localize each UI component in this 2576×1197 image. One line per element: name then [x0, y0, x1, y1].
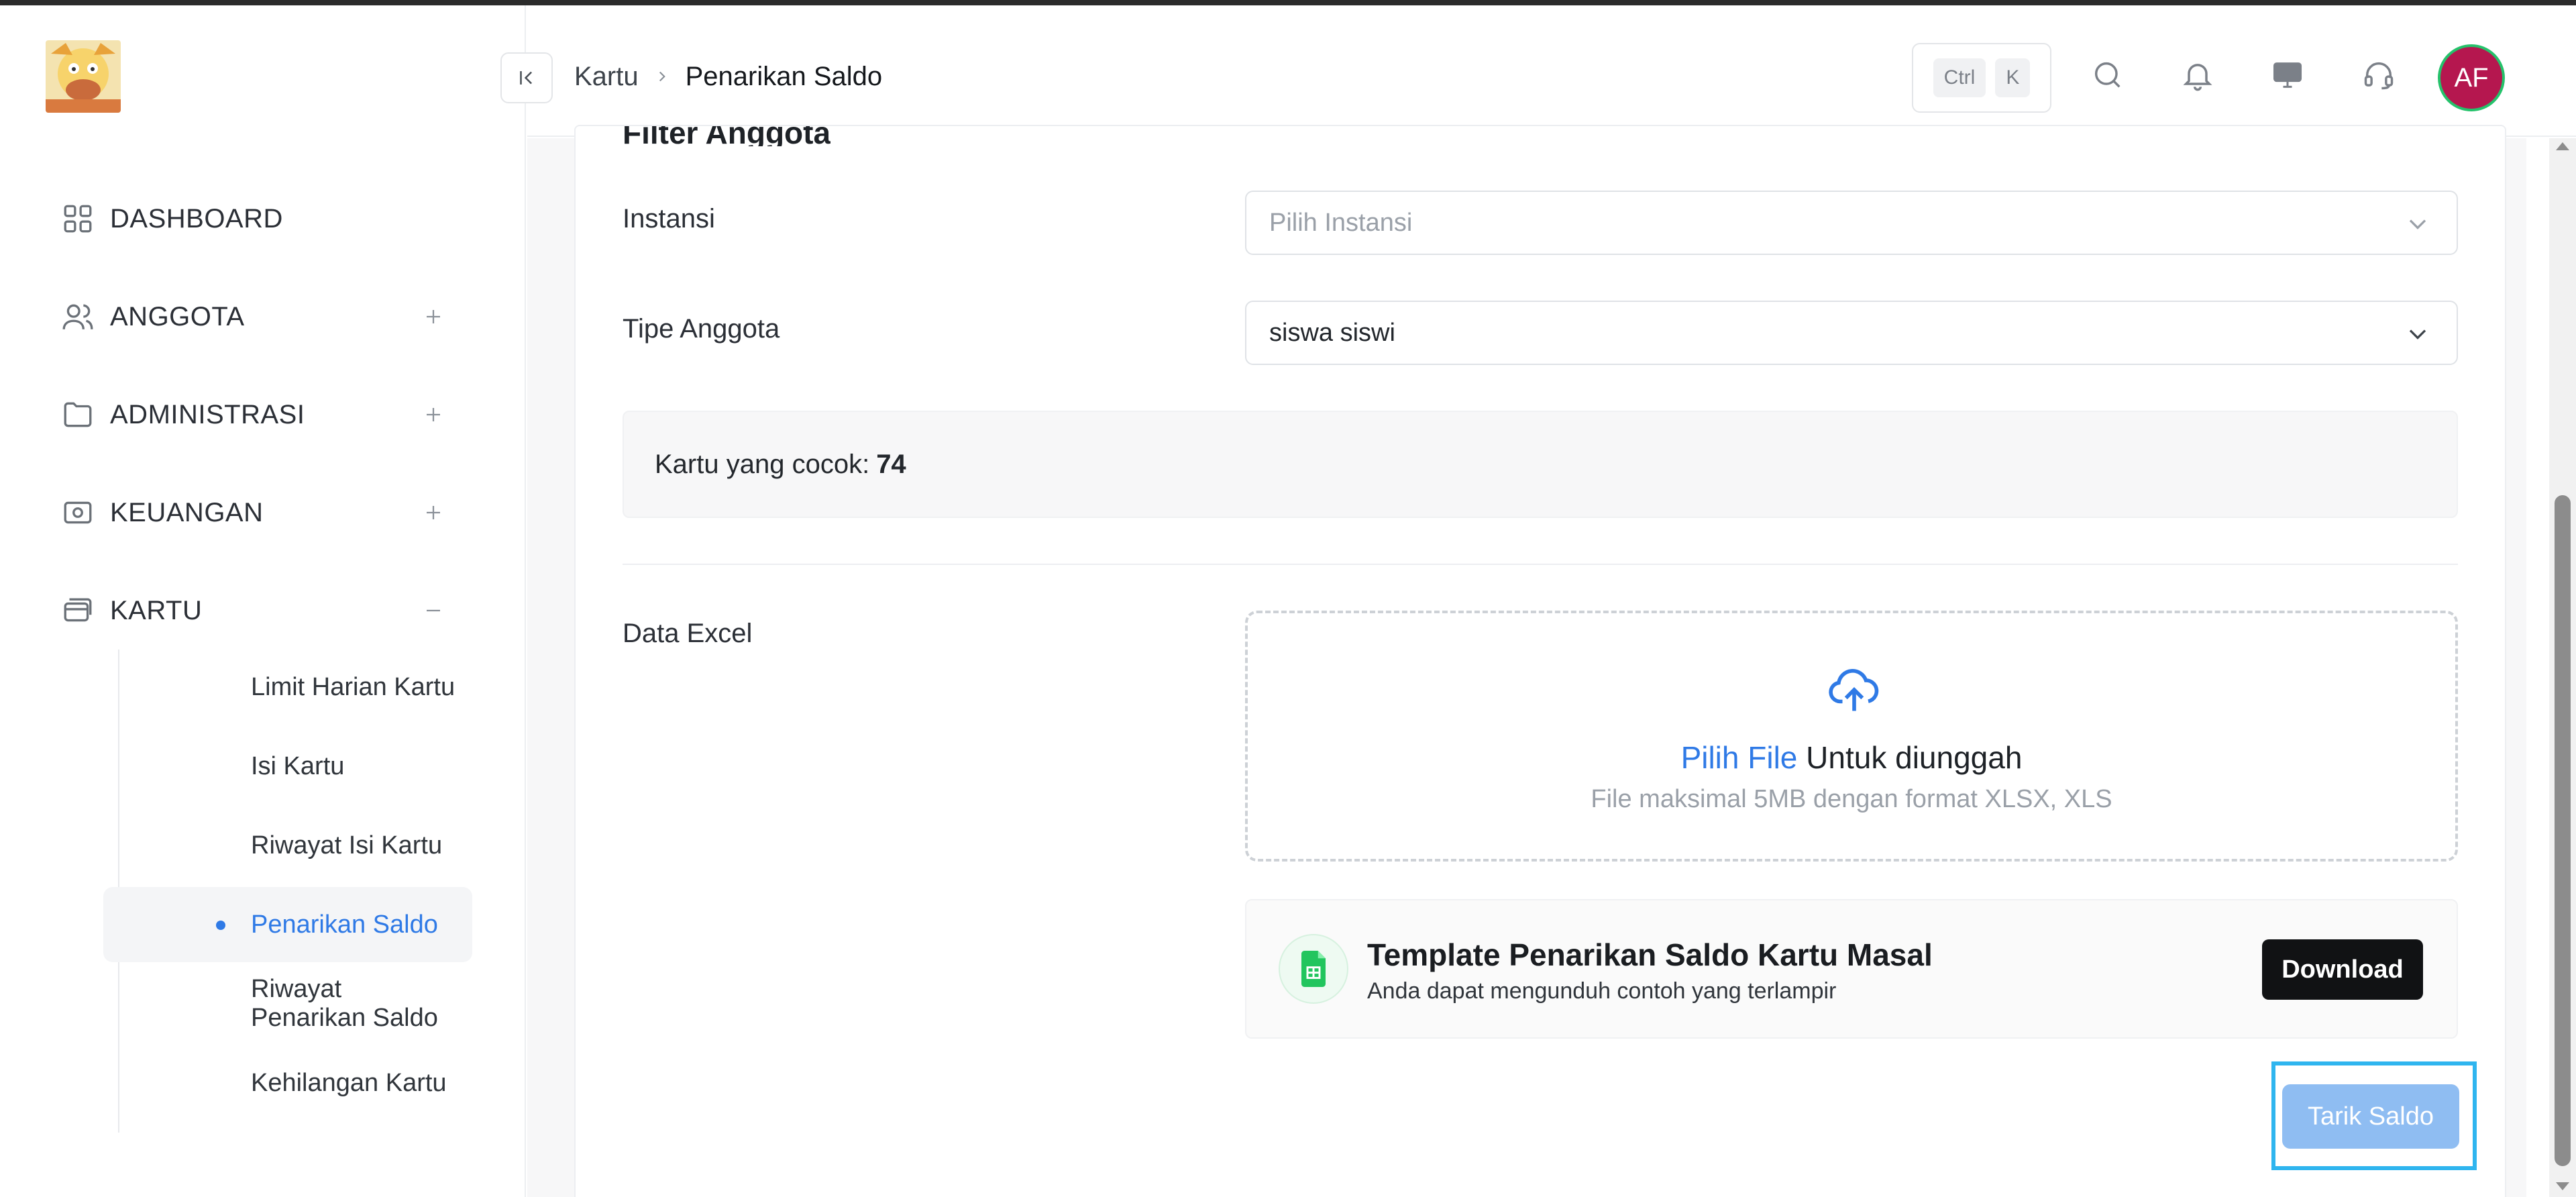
sidebar-item-label: KARTU [110, 595, 203, 625]
sidebar-item-dashboard[interactable]: DASHBOARD [59, 192, 462, 246]
chevron-left-bar-icon [520, 71, 532, 85]
choose-file-link[interactable]: Pilih File [1681, 740, 1798, 775]
match-count: 74 [876, 449, 906, 479]
sidebar-item-label: KEUANGAN [110, 497, 264, 527]
shortcut-key-k: K [1995, 58, 2031, 97]
active-indicator-dot [216, 921, 225, 930]
upload-instruction-text: Untuk diunggah [1806, 740, 2023, 775]
instansi-placeholder: Pilih Instansi [1269, 208, 1413, 237]
user-avatar[interactable]: AF [2438, 44, 2505, 111]
breadcrumb-kartu[interactable]: Kartu [574, 62, 639, 92]
breadcrumb-current: Penarikan Saldo [685, 62, 883, 91]
template-download-panel: Template Penarikan Saldo Kartu Masal And… [1245, 899, 2458, 1039]
expand-icon[interactable] [416, 495, 451, 530]
card-icon [59, 592, 97, 629]
collapse-sidebar-button[interactable] [500, 52, 553, 103]
users-icon [59, 298, 97, 335]
main-content: Filter Anggota Instansi Pilih Instansi T… [527, 125, 2526, 1197]
cloud-upload-icon [1829, 669, 1879, 711]
expand-icon[interactable] [416, 299, 451, 334]
sidebar-subitem-kehilangan-kartu[interactable]: Kehilangan Kartu [103, 1045, 472, 1121]
kartu-submenu: Limit Harian Kartu Isi Kartu Riwayat Isi… [103, 649, 474, 1133]
instansi-select[interactable]: Pilih Instansi [1245, 191, 2458, 255]
folder-icon [59, 396, 97, 433]
upload-hint: File maksimal 5MB dengan format XLSX, XL… [1591, 785, 2112, 813]
sidebar-item-kartu[interactable]: KARTU [59, 584, 462, 637]
search-icon[interactable] [2086, 54, 2129, 97]
sidebar-item-label: ANGGOTA [110, 301, 245, 331]
sidebar: DASHBOARD ANGGOTA ADMINISTRASI KEUANGAN [0, 5, 526, 1197]
sidebar-item-anggota[interactable]: ANGGOTA [59, 290, 462, 344]
sidebar-subitem-riwayat-penarikan[interactable]: Riwayat Penarikan Saldo [103, 966, 472, 1041]
tipe-anggota-select[interactable]: siswa siswi [1245, 301, 2458, 365]
sidebar-subitem-limit-harian[interactable]: Limit Harian Kartu [103, 649, 472, 725]
tipe-anggota-value: siswa siswi [1269, 318, 1395, 347]
file-upload-dropzone[interactable]: Pilih File Untuk diunggah File maksimal … [1245, 611, 2458, 862]
bell-icon[interactable] [2176, 54, 2219, 97]
chevron-down-icon [2409, 219, 2426, 229]
withdraw-form-card: Filter Anggota Instansi Pilih Instansi T… [574, 125, 2506, 1197]
breadcrumb: Kartu Penarikan Saldo [574, 62, 882, 92]
scrollbar-thumb[interactable] [2555, 495, 2571, 1166]
window-top-border [0, 0, 2576, 5]
top-header: Kartu Penarikan Saldo Ctrl K AF [500, 5, 2576, 137]
sidebar-item-keuangan[interactable]: KEUANGAN [59, 486, 462, 539]
template-subtitle: Anda dapat mengunduh contoh yang terlamp… [1367, 978, 1837, 1004]
matching-cards-summary: Kartu yang cocok: 74 [623, 411, 2458, 518]
shortcut-key-ctrl: Ctrl [1933, 58, 1986, 97]
sidebar-item-label: DASHBOARD [110, 203, 283, 233]
section-divider [623, 564, 2458, 565]
chevron-down-icon [2409, 329, 2426, 340]
monitor-icon[interactable] [2266, 54, 2309, 97]
expand-icon[interactable] [416, 397, 451, 432]
instansi-label: Instansi [623, 204, 715, 233]
page-scrollbar[interactable] [2549, 138, 2576, 1197]
tarik-saldo-button[interactable]: Tarik Saldo [2282, 1084, 2459, 1149]
match-label: Kartu yang cocok: [655, 449, 870, 479]
data-excel-label: Data Excel [623, 619, 753, 648]
collapse-icon[interactable] [416, 593, 451, 628]
chevron-right-icon [653, 62, 671, 92]
template-title: Template Penarikan Saldo Kartu Masal [1367, 937, 1933, 972]
sidebar-subitem-riwayat-isi[interactable]: Riwayat Isi Kartu [103, 808, 472, 883]
app-logo[interactable] [46, 40, 121, 113]
sidebar-subitem-penarikan-saldo[interactable]: Penarikan Saldo [103, 887, 472, 962]
scroll-down-arrow-icon[interactable] [2556, 1182, 2569, 1190]
upload-instruction: Pilih File Untuk diunggah [1248, 739, 2455, 776]
wallet-icon [59, 494, 97, 531]
command-palette-shortcut[interactable]: Ctrl K [1912, 43, 2051, 113]
headset-support-icon[interactable] [2357, 54, 2400, 97]
sidebar-subitem-isi-kartu[interactable]: Isi Kartu [103, 729, 472, 804]
download-template-button[interactable]: Download [2262, 939, 2423, 1000]
section-title: Filter Anggota [623, 126, 831, 146]
tipe-anggota-label: Tipe Anggota [623, 314, 780, 344]
sidebar-item-label: ADMINISTRASI [110, 399, 305, 429]
scroll-up-arrow-icon[interactable] [2556, 142, 2569, 150]
spreadsheet-file-icon [1279, 934, 1348, 1004]
grid-icon [59, 200, 97, 238]
sidebar-item-administrasi[interactable]: ADMINISTRASI [59, 388, 462, 441]
